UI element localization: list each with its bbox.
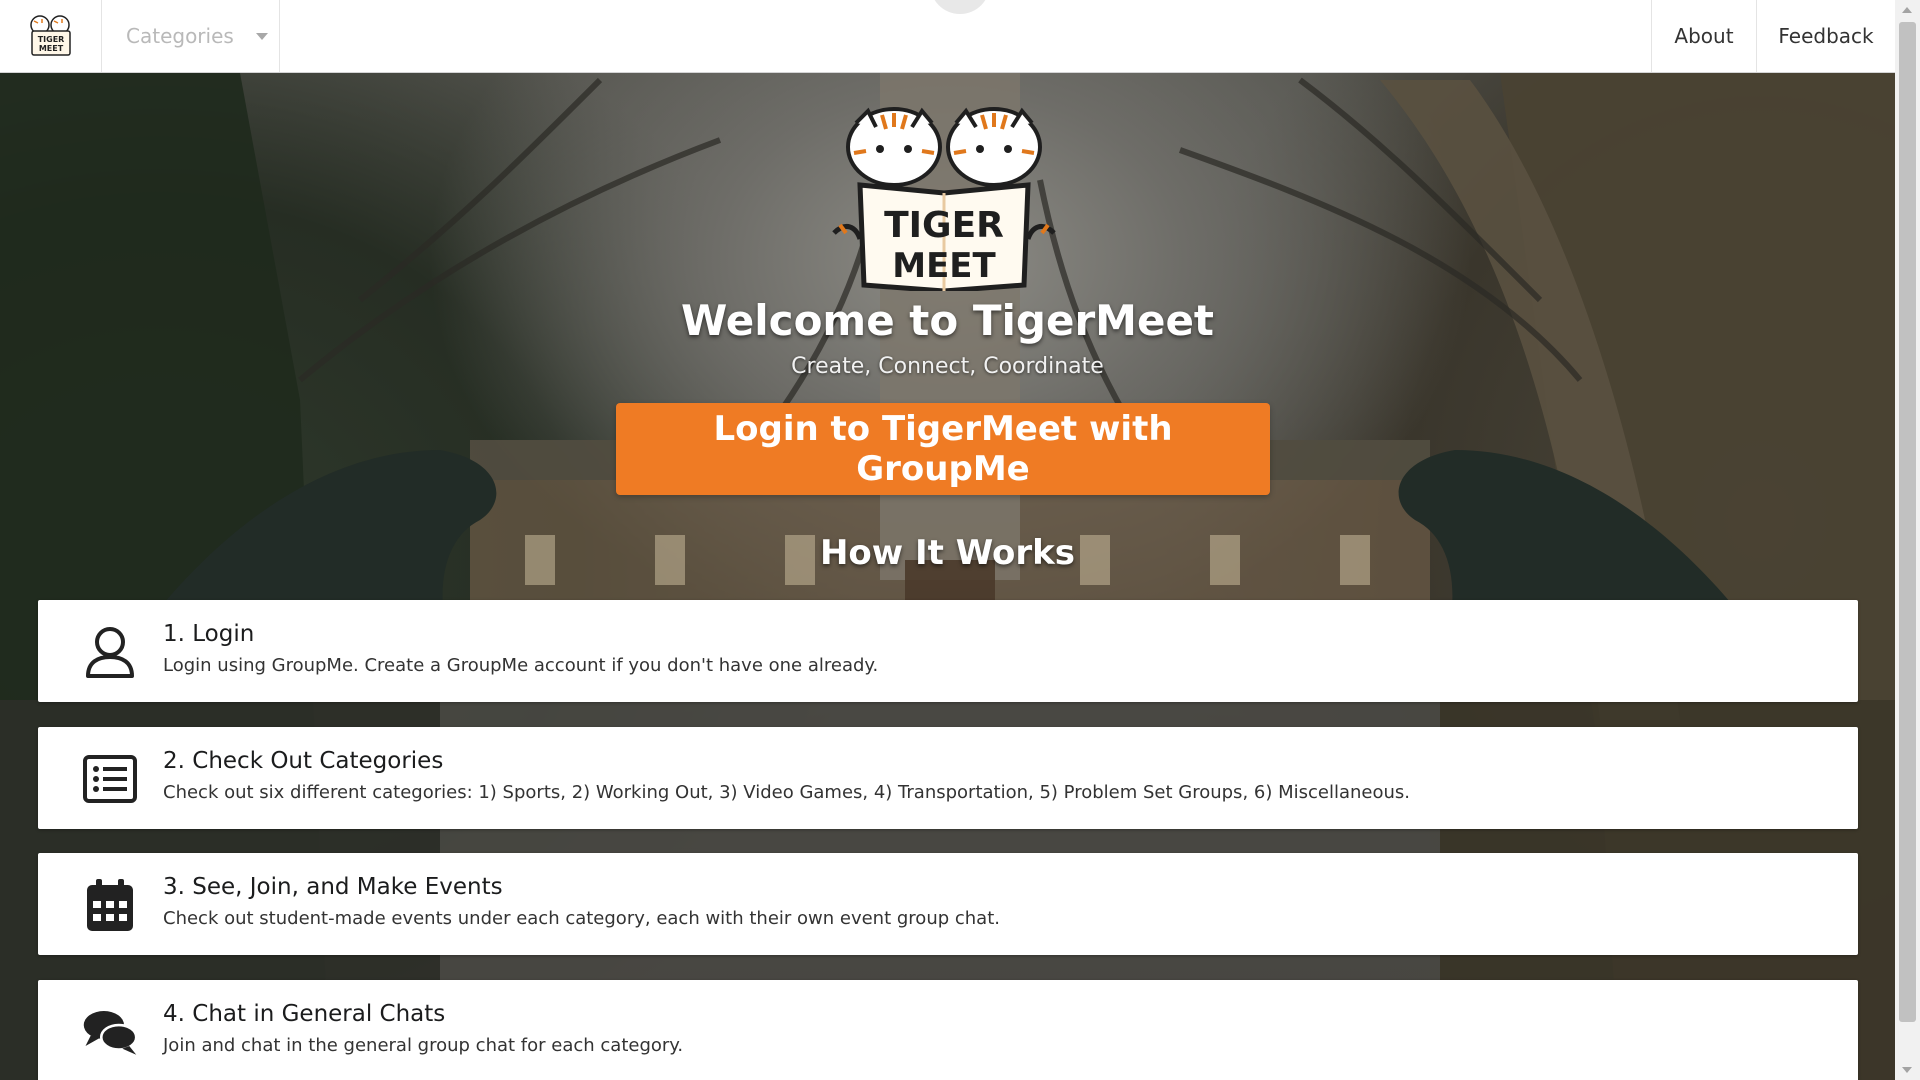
categories-label: Categories [126, 24, 234, 48]
scrollbar-thumb[interactable] [1899, 22, 1916, 1022]
step-card-categories: 2. Check Out Categories Check out six di… [38, 727, 1858, 829]
tiger-right-icon [946, 107, 1042, 187]
step-title: 3. See, Join, and Make Events [163, 874, 503, 900]
tiger-left-icon [846, 107, 942, 187]
scroll-down-arrow-icon[interactable] [1902, 1067, 1912, 1073]
chat-icon [83, 1011, 138, 1055]
tigermeet-hero-logo: TIGER MEET [832, 107, 1056, 291]
svg-text:TIGER: TIGER [37, 35, 64, 44]
chevron-down-icon [255, 32, 268, 40]
tigermeet-logo-icon: TIGER MEET [29, 15, 71, 56]
calendar-icon [87, 879, 133, 931]
step-title: 4. Chat in General Chats [163, 1001, 446, 1027]
svg-text:TIGER: TIGER [884, 205, 1004, 246]
list-icon [83, 755, 137, 803]
feedback-link[interactable]: Feedback [1756, 0, 1895, 72]
step-title: 1. Login [163, 621, 255, 647]
step-card-events: 3. See, Join, and Make Events Check out … [38, 853, 1858, 955]
feedback-label: Feedback [1778, 24, 1874, 48]
hero-subtitle: Create, Connect, Coordinate [791, 354, 1104, 379]
hero-title: Welcome to TigerMeet [680, 296, 1215, 345]
step-card-login: 1. Login Login using GroupMe. Create a G… [38, 600, 1858, 702]
step-description: Check out six different categories: 1) S… [163, 782, 1410, 803]
scroll-up-arrow-icon[interactable] [1902, 7, 1912, 13]
nav-logo[interactable]: TIGER MEET [0, 0, 102, 72]
step-description: Join and chat in the general group chat … [163, 1035, 684, 1056]
page: TIGER MEET Categories About Feedback TIG… [0, 0, 1920, 1080]
login-groupme-button[interactable]: Login to TigerMeet with GroupMe [616, 403, 1270, 495]
about-label: About [1674, 24, 1734, 48]
step-description: Login using GroupMe. Create a GroupMe ac… [163, 655, 879, 676]
categories-dropdown[interactable]: Categories [102, 0, 280, 72]
step-title: 2. Check Out Categories [163, 748, 444, 774]
page-scrollbar[interactable] [1895, 0, 1920, 1080]
step-card-chat: 4. Chat in General Chats Join and chat i… [38, 980, 1858, 1080]
svg-text:MEET: MEET [38, 44, 63, 53]
user-icon [86, 627, 134, 678]
about-link[interactable]: About [1651, 0, 1756, 72]
svg-text:MEET: MEET [892, 246, 996, 286]
how-it-works-title: How It Works [819, 533, 1076, 573]
step-description: Check out student-made events under each… [163, 908, 1000, 929]
